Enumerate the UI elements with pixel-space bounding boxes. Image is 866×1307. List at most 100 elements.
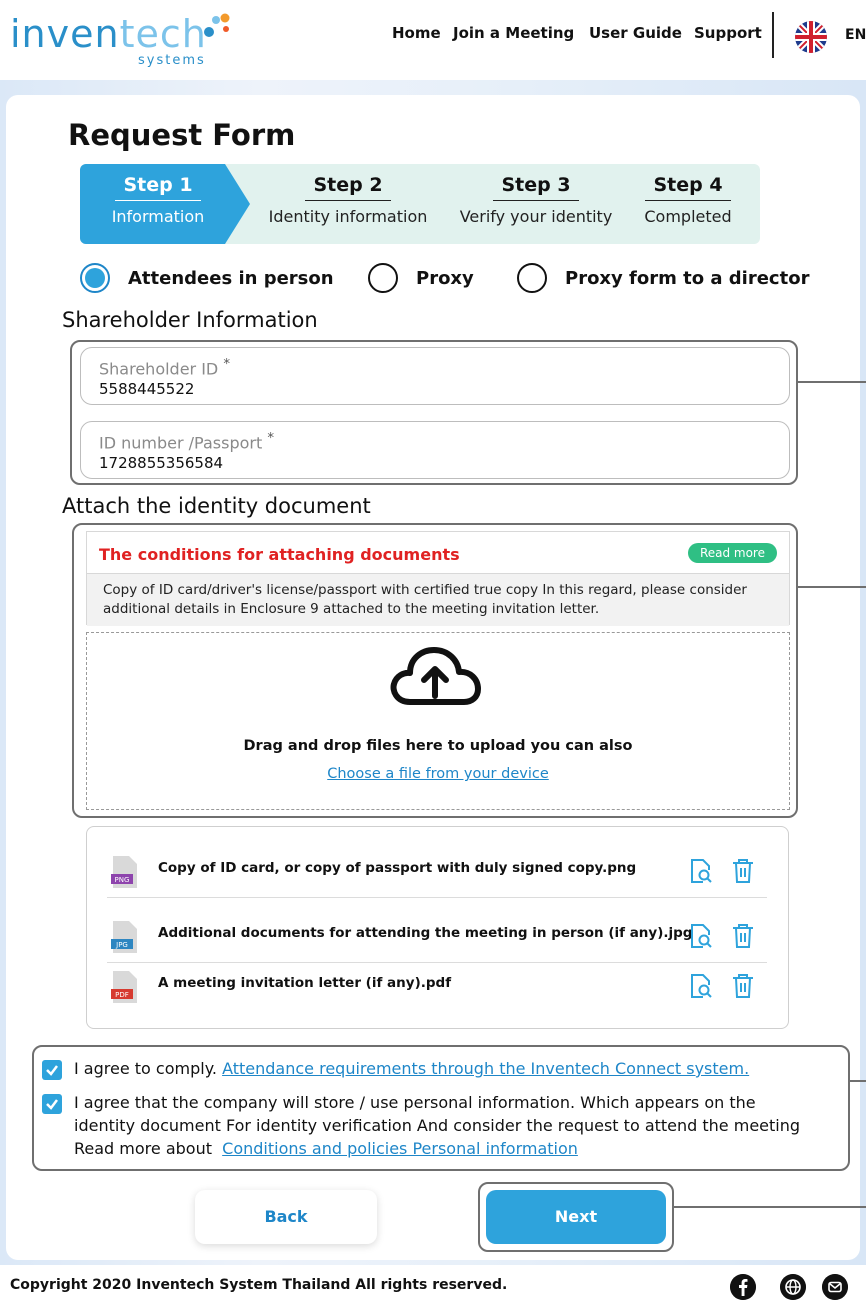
- file-name: Additional documents for attending the m…: [158, 925, 693, 941]
- radio-label: Proxy: [416, 267, 474, 289]
- radio-label: Attendees in person: [128, 267, 334, 289]
- required-mark: *: [223, 357, 231, 372]
- radio-selected-icon: [80, 263, 110, 293]
- preview-file-icon[interactable]: [689, 858, 713, 884]
- footer: Copyright 2020 Inventech System Thailand…: [0, 1265, 866, 1307]
- privacy-policy-link[interactable]: Conditions and policies Personal informa…: [222, 1139, 578, 1158]
- file-name: A meeting invitation letter (if any).pdf: [158, 975, 452, 991]
- file-divider: [107, 897, 767, 898]
- agreement-text: Read more about: [74, 1139, 212, 1158]
- next-button[interactable]: Next: [486, 1190, 666, 1244]
- logo-wordmark: inventech: [10, 10, 207, 58]
- annotation-leader: [798, 381, 866, 383]
- png-file-icon: PNG: [111, 856, 137, 888]
- radio-attendees-in-person[interactable]: Attendees in person: [80, 262, 334, 294]
- attendance-requirements-link[interactable]: Attendance requirements through the Inve…: [222, 1059, 749, 1078]
- globe-icon[interactable]: [780, 1274, 806, 1300]
- nav-support[interactable]: Support: [694, 24, 762, 50]
- step-2: Step 2 Identity information: [258, 174, 438, 226]
- preview-file-icon[interactable]: [689, 923, 713, 949]
- step-label: Completed: [644, 207, 732, 226]
- step-number: Step 4: [645, 174, 731, 201]
- annotation-leader: [850, 1080, 866, 1082]
- read-more-button[interactable]: Read more: [687, 543, 777, 563]
- choose-file-link[interactable]: Choose a file from your device: [86, 766, 790, 782]
- radio-unselected-icon: [517, 263, 547, 293]
- file-divider: [107, 962, 767, 963]
- annotation-leader: [674, 1206, 866, 1208]
- step-number: Step 3: [493, 174, 579, 201]
- email-icon[interactable]: [822, 1274, 848, 1300]
- step-label: Information: [111, 207, 205, 226]
- conditions-title: The conditions for attaching documents: [99, 545, 460, 564]
- radio-label: Proxy form to a director: [565, 267, 810, 289]
- nav-user-guide[interactable]: User Guide: [589, 24, 682, 50]
- file-item: PNG Copy of ID card, or copy of passport…: [107, 852, 767, 912]
- agreement-2-line-2: identity document For identity verificat…: [74, 1116, 801, 1135]
- inventech-logo[interactable]: inventech systems: [10, 10, 230, 70]
- delete-file-icon[interactable]: [731, 973, 755, 999]
- field-label-text: Shareholder ID: [99, 359, 219, 379]
- agree-privacy-checkbox[interactable]: [42, 1094, 62, 1114]
- agreement-2-line-1: I agree that the company will store / us…: [74, 1093, 756, 1112]
- field-value: 1728855356584: [99, 454, 224, 472]
- drop-zone-text: Drag and drop files here to upload you c…: [243, 738, 633, 754]
- uploaded-files-list: PNG Copy of ID card, or copy of passport…: [86, 826, 789, 1029]
- delete-file-icon[interactable]: [731, 923, 755, 949]
- jpg-file-icon: JPG: [111, 921, 137, 953]
- logo-subtitle: systems: [138, 53, 206, 68]
- page-title: Request Form: [68, 118, 296, 152]
- radio-unselected-icon: [368, 263, 398, 293]
- agree-requirements-checkbox[interactable]: [42, 1060, 62, 1080]
- agreement-2-line-3: Read more about Conditions and policies …: [74, 1138, 578, 1160]
- shareholder-id-field[interactable]: Shareholder ID * 5588445522: [80, 347, 790, 405]
- step-4: Step 4 Completed: [636, 174, 740, 226]
- nav-home[interactable]: Home: [392, 24, 441, 50]
- conditions-header: The conditions for attaching documents R…: [87, 532, 789, 574]
- conditions-text: Copy of ID card/driver's license/passpor…: [87, 574, 789, 626]
- field-label: Shareholder ID *: [99, 357, 230, 378]
- svg-text:PNG: PNG: [115, 876, 130, 884]
- annotation-leader: [798, 586, 866, 588]
- cloud-upload-icon: [390, 647, 481, 705]
- back-button[interactable]: Back: [195, 1190, 377, 1244]
- logo-wordmark-b: tech: [119, 12, 207, 56]
- shareholder-heading: Shareholder Information: [62, 308, 318, 332]
- stepper: Step 1 Information Step 2 Identity infor…: [80, 164, 760, 244]
- logo-dots-icon: [204, 13, 230, 37]
- step-number: Step 2: [305, 174, 391, 201]
- pdf-file-icon: PDF: [111, 971, 137, 1003]
- copyright-text: Copyright 2020 Inventech System Thailand…: [10, 1277, 508, 1293]
- agreement-1: I agree to comply. Attendance requiremen…: [74, 1058, 749, 1080]
- step-label: Verify your identity: [459, 207, 613, 226]
- attach-heading: Attach the identity document: [62, 494, 371, 518]
- step-label: Identity information: [268, 207, 428, 226]
- header: inventech systems Home Join a Meeting Us…: [0, 0, 866, 80]
- preview-file-icon[interactable]: [689, 973, 713, 999]
- required-mark: *: [267, 431, 275, 446]
- step-3: Step 3 Verify your identity: [448, 174, 624, 226]
- checkmark-icon: [46, 1099, 58, 1110]
- file-item: PDF A meeting invitation letter (if any)…: [107, 967, 767, 1027]
- step-1: Step 1 Information: [108, 174, 208, 226]
- field-value: 5588445522: [99, 380, 195, 398]
- nav-divider: [772, 12, 774, 58]
- field-label-text: ID number /Passport: [99, 433, 263, 453]
- delete-file-icon[interactable]: [731, 858, 755, 884]
- radio-proxy-director[interactable]: Proxy form to a director: [517, 262, 809, 294]
- facebook-icon[interactable]: [730, 1274, 756, 1300]
- uk-flag-icon[interactable]: [795, 21, 827, 53]
- svg-text:JPG: JPG: [115, 941, 128, 949]
- language-selector[interactable]: EN: [845, 27, 866, 43]
- conditions-panel: The conditions for attaching documents R…: [86, 531, 790, 626]
- field-label: ID number /Passport *: [99, 431, 274, 452]
- agreement-text: I agree to comply.: [74, 1059, 217, 1078]
- logo-wordmark-a: inven: [10, 12, 120, 56]
- file-name: Copy of ID card, or copy of passport wit…: [158, 860, 637, 876]
- step-number: Step 1: [115, 174, 201, 201]
- radio-proxy[interactable]: Proxy: [368, 262, 474, 294]
- id-passport-field[interactable]: ID number /Passport * 1728855356584: [80, 421, 790, 479]
- svg-text:PDF: PDF: [115, 991, 129, 999]
- checkmark-icon: [46, 1065, 58, 1076]
- nav-join-meeting[interactable]: Join a Meeting: [453, 24, 574, 50]
